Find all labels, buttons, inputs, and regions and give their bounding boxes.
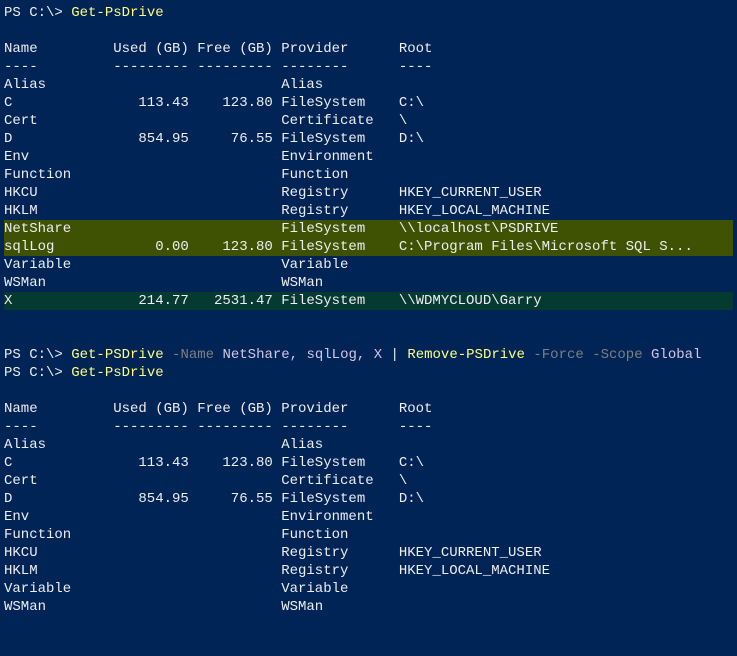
table-row: HKCU RegistryHKEY_CURRENT_USER	[4, 544, 733, 562]
table1-header: NameUsed (GB)Free (GB) ProviderRoot	[4, 40, 733, 58]
prompt-line-1: PS C:\> Get-PsDrive	[4, 4, 733, 22]
table-row: HKCU RegistryHKEY_CURRENT_USER	[4, 184, 733, 202]
table-row: Variable Variable	[4, 256, 733, 274]
prompt-line-3: PS C:\> Get-PsDrive	[4, 364, 733, 382]
table-row: HKLM RegistryHKEY_LOCAL_MACHINE	[4, 202, 733, 220]
table-row: Variable Variable	[4, 580, 733, 598]
table-row: Function Function	[4, 526, 733, 544]
table2-header-dash: ---------------------- ------------	[4, 418, 733, 436]
table-row: X214.772531.47 FileSystem\\WDMYCLOUD\Gar…	[4, 292, 733, 310]
table-row: C113.43123.80 FileSystemC:\	[4, 94, 733, 112]
table-row: WSMan WSMan	[4, 598, 733, 616]
table-row: HKLM RegistryHKEY_LOCAL_MACHINE	[4, 562, 733, 580]
table-row: Alias Alias	[4, 76, 733, 94]
table-row: Cert Certificate\	[4, 112, 733, 130]
table-row: D854.9576.55 FileSystemD:\	[4, 490, 733, 508]
table-row: NetShare FileSystem\\localhost\PSDRIVE	[4, 220, 733, 238]
table2-header: NameUsed (GB)Free (GB) ProviderRoot	[4, 400, 733, 418]
table-row: Function Function	[4, 166, 733, 184]
table-row: Env Environment	[4, 508, 733, 526]
table-row: Env Environment	[4, 148, 733, 166]
table-row: Cert Certificate\	[4, 472, 733, 490]
table1-body: Alias AliasC113.43123.80 FileSystemC:\Ce…	[4, 76, 733, 310]
table1-header-dash: ---------------------- ------------	[4, 58, 733, 76]
table-row: WSMan WSMan	[4, 274, 733, 292]
prompt-line-2: PS C:\> Get-PSDrive -Name NetShare, sqlL…	[4, 346, 733, 364]
table-row: sqlLog0.00123.80 FileSystemC:\Program Fi…	[4, 238, 733, 256]
table-row: D854.9576.55 FileSystemD:\	[4, 130, 733, 148]
table2-body: Alias AliasC113.43123.80 FileSystemC:\Ce…	[4, 436, 733, 616]
table-row: Alias Alias	[4, 436, 733, 454]
table-row: C113.43123.80 FileSystemC:\	[4, 454, 733, 472]
